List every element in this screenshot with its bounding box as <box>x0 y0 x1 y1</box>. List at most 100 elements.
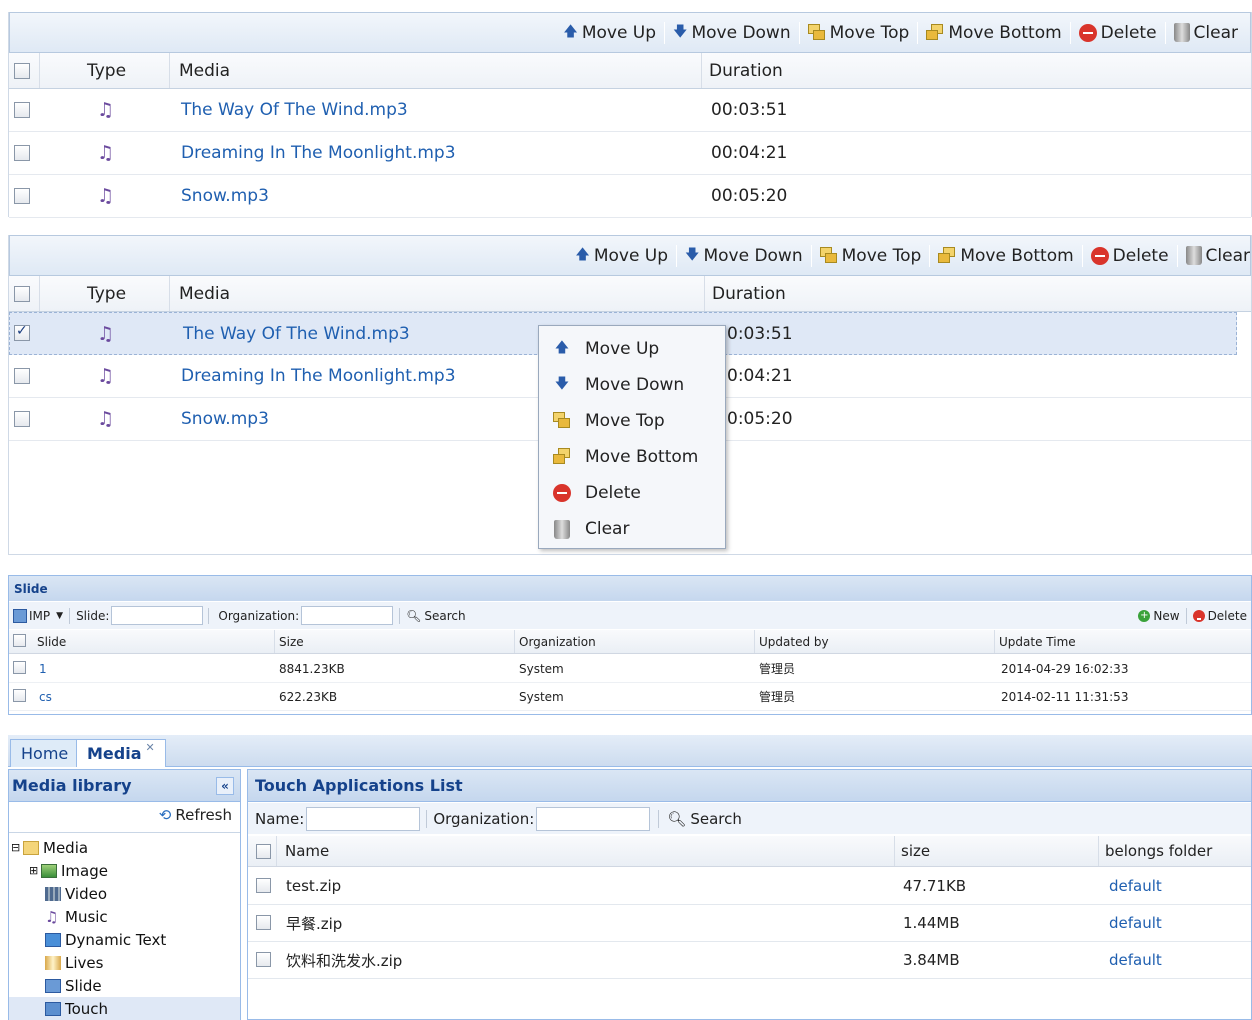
tree-node-media[interactable]: ⊟ Media <box>11 836 242 859</box>
context-move-bottom[interactable]: Move Bottom <box>539 439 725 475</box>
move-bottom-button[interactable]: Move Bottom <box>918 23 1069 43</box>
delete-button[interactable]: Delete <box>1071 23 1165 43</box>
row-checkbox[interactable] <box>256 915 271 930</box>
slide-search-button[interactable]: 🔍︎ Search <box>406 609 465 623</box>
media-library-title: Media library « <box>9 770 240 802</box>
media-name-link[interactable]: Dreaming In The Moonlight.mp3 <box>181 132 456 174</box>
media-header[interactable]: Media <box>179 53 230 88</box>
slide-col-header[interactable]: Slide <box>37 630 66 653</box>
touch-search-button[interactable]: 🔍︎ Search <box>667 810 742 828</box>
slide-organization: System <box>519 689 564 704</box>
organization-filter-input[interactable] <box>301 606 394 625</box>
tree-node-dynamic-text[interactable]: Dynamic Text <box>45 928 276 951</box>
slide-organization: System <box>519 661 564 676</box>
app-folder-link[interactable]: default <box>1109 868 1162 904</box>
tree-node-touch[interactable]: Touch <box>9 997 240 1020</box>
row-checkbox[interactable] <box>14 102 30 118</box>
refresh-button[interactable]: ⟲ Refresh <box>159 806 232 824</box>
playlist-row[interactable]: ♫ The Way Of The Wind.mp3 00:03:51 <box>9 89 1251 132</box>
playlist-row[interactable]: ♫ Snow.mp3 00:05:20 <box>9 175 1251 218</box>
collapse-icon[interactable]: « <box>216 776 234 795</box>
imp-button[interactable]: IMP ▼ <box>13 608 63 623</box>
tree-node-slide[interactable]: Slide <box>45 974 276 997</box>
media-name-link[interactable]: Snow.mp3 <box>181 175 269 217</box>
delete-icon <box>553 484 571 502</box>
type-header[interactable]: Type <box>87 276 126 311</box>
updated-by-col-header[interactable]: Updated by <box>759 630 829 653</box>
slide-filter-input[interactable] <box>111 606 204 625</box>
size-col-header[interactable]: Size <box>279 630 304 653</box>
trash-icon <box>1185 246 1202 265</box>
row-checkbox[interactable] <box>256 952 271 967</box>
type-header[interactable]: Type <box>87 53 126 88</box>
app-folder-link[interactable]: default <box>1109 905 1162 941</box>
slide-name-link[interactable]: cs <box>39 683 52 710</box>
app-folder-link[interactable]: default <box>1109 942 1162 978</box>
select-all-checkbox[interactable] <box>14 286 30 302</box>
slide-new-button[interactable]: + New <box>1138 609 1180 623</box>
tree-node-video[interactable]: Video <box>45 882 276 905</box>
move-down-button[interactable]: 🡇 Move Down <box>665 21 799 45</box>
clear-button[interactable]: Clear <box>1166 23 1246 43</box>
touch-app-row[interactable]: 早餐.zip 1.44MB default <box>248 905 1251 942</box>
slide-row[interactable]: cs 622.23KB System 管理员 2014-02-11 11:31:… <box>9 683 1251 711</box>
slide-grid-toolbar: IMP ▼ Slide: Organization: 🔍︎ Search + New … <box>9 602 1251 629</box>
row-checkbox[interactable] <box>13 689 26 702</box>
tree-node-music[interactable]: ♫ Music <box>45 905 276 928</box>
delete-button[interactable]: Delete <box>1083 246 1177 266</box>
video-icon <box>45 886 61 901</box>
touch-app-row[interactable]: test.zip 47.71KB default <box>248 868 1251 905</box>
touch-app-row[interactable]: 饮料和洗发水.zip 3.84MB default <box>248 942 1251 979</box>
duration-header[interactable]: Duration <box>709 53 783 88</box>
move-up-button[interactable]: 🡅 Move Up <box>567 244 676 268</box>
name-col-header[interactable]: Name <box>285 836 329 866</box>
context-clear[interactable]: Clear <box>539 511 725 547</box>
folder-col-header[interactable]: belongs folder <box>1105 836 1212 866</box>
context-move-up[interactable]: 🡅 Move Up <box>539 331 725 367</box>
expand-toggle-icon[interactable]: ⊞ <box>29 864 41 877</box>
collapse-toggle-icon[interactable]: ⊟ <box>11 841 23 854</box>
tab-close-icon[interactable]: ✕ <box>146 741 155 754</box>
context-move-down[interactable]: 🡇 Move Down <box>539 367 725 403</box>
context-delete[interactable]: Delete <box>539 475 725 511</box>
tree-node-lives[interactable]: Lives <box>45 951 276 974</box>
slide-name-link[interactable]: 1 <box>39 655 47 682</box>
context-move-top[interactable]: Move Top <box>539 403 725 439</box>
move-top-button[interactable]: Move Top <box>800 23 918 43</box>
media-name-link[interactable]: The Way Of The Wind.mp3 <box>183 313 410 354</box>
tab-home[interactable]: Home <box>10 739 80 767</box>
media-header[interactable]: Media <box>179 276 230 311</box>
slide-delete-button[interactable]: Delete <box>1192 609 1247 623</box>
organization-filter-input[interactable] <box>536 806 651 831</box>
move-bottom-button[interactable]: Move Bottom <box>930 246 1081 266</box>
row-checkbox[interactable] <box>13 661 26 674</box>
media-library-panel: Media library « ⟲ Refresh ⊟ Media ⊞ Image Vi… <box>8 769 241 1020</box>
slide-row[interactable]: 1 8841.23KB System 管理员 2014-04-29 16:02:… <box>9 655 1251 683</box>
move-down-button[interactable]: 🡇 Move Down <box>677 244 811 268</box>
select-all-checkbox[interactable] <box>14 63 30 79</box>
row-checkbox[interactable] <box>14 188 30 204</box>
select-all-checkbox[interactable] <box>13 634 26 647</box>
select-all-checkbox[interactable] <box>256 844 271 859</box>
media-name-link[interactable]: Dreaming In The Moonlight.mp3 <box>181 355 456 397</box>
app-name: test.zip <box>286 877 342 895</box>
update-time-col-header[interactable]: Update Time <box>999 630 1076 653</box>
row-checkbox[interactable] <box>256 878 271 893</box>
row-checkbox[interactable] <box>14 145 30 161</box>
media-name-link[interactable]: The Way Of The Wind.mp3 <box>181 89 408 131</box>
row-checkbox-checked[interactable] <box>14 323 30 341</box>
media-name-link[interactable]: Snow.mp3 <box>181 398 269 440</box>
row-checkbox[interactable] <box>14 368 30 384</box>
row-checkbox[interactable] <box>14 411 30 427</box>
clear-button[interactable]: Clear <box>1178 246 1250 266</box>
move-up-button[interactable]: 🡅 Move Up <box>555 21 664 45</box>
tab-media[interactable]: Media ✕ <box>76 739 166 767</box>
organization-col-header[interactable]: Organization <box>519 630 596 653</box>
tree-node-image[interactable]: ⊞ Image <box>29 859 260 882</box>
move-top-button[interactable]: Move Top <box>812 246 930 266</box>
playlist-row[interactable]: ♫ Dreaming In The Moonlight.mp3 00:04:21 <box>9 132 1251 175</box>
name-filter-input[interactable] <box>306 806 421 831</box>
size-col-header[interactable]: size <box>901 836 930 866</box>
music-icon: ♫ <box>45 907 59 926</box>
duration-header[interactable]: Duration <box>712 276 786 311</box>
